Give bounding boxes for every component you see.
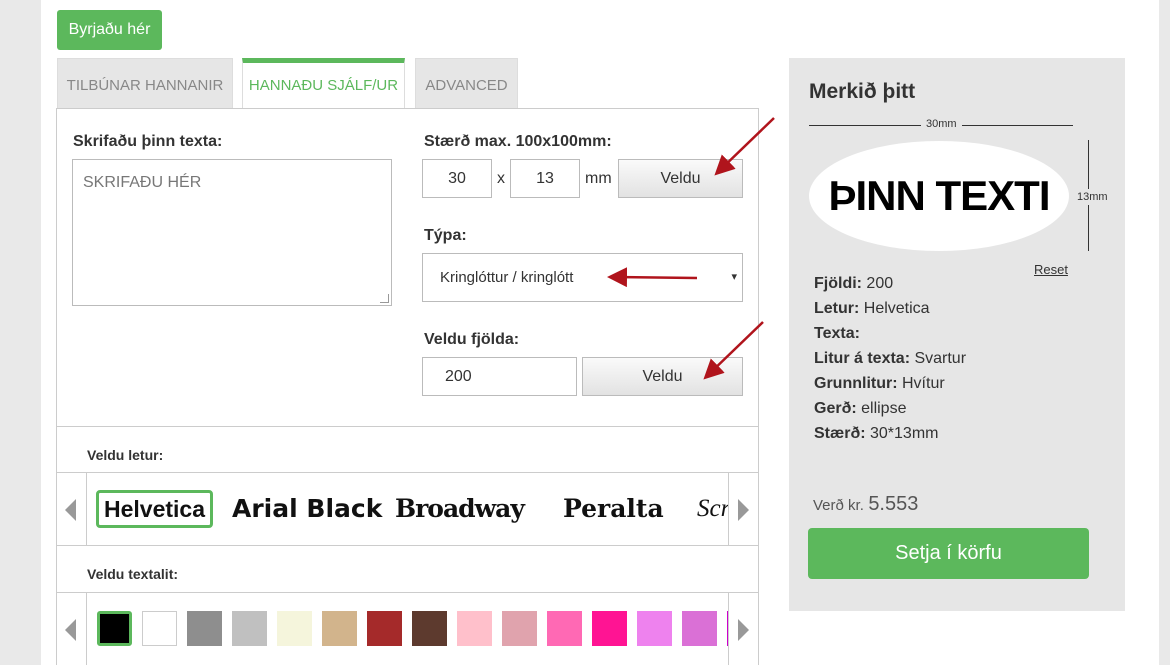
font-option-script[interactable]: Scr [697,491,728,527]
size-select-button[interactable]: Veldu [618,159,743,198]
color-swatch[interactable] [142,611,177,646]
size-label: Stærð max. 100x100mm: [424,133,612,150]
reset-link[interactable]: Reset [1034,262,1068,277]
detail-key: Stærð: [814,425,866,442]
color-carousel [57,592,758,665]
color-swatch[interactable] [457,611,492,646]
height-input[interactable]: 13 [510,159,580,198]
label-preview-ellipse: ÞINN TEXTI [809,141,1069,251]
color-next-button[interactable] [728,593,758,665]
width-dimension-label: 30mm [921,118,962,130]
detail-row: Texta: [814,321,966,346]
font-next-button[interactable] [728,473,758,545]
text-label: Skrifaðu þinn texta: [73,133,223,150]
detail-row: Litur á texta: Svartur [814,346,966,371]
chevron-left-icon [65,619,76,641]
detail-key: Grunnlitur: [814,375,898,392]
size-separator: x [497,170,505,187]
detail-key: Fjöldi: [814,275,862,292]
color-swatch[interactable] [592,611,627,646]
detail-key: Litur á texta: [814,350,911,367]
font-option-broadway[interactable]: Broadway [395,491,525,527]
resize-handle-icon[interactable] [380,294,389,303]
text-placeholder: SKRIFAÐU HÉR [83,174,202,191]
color-swatch[interactable] [97,611,132,646]
type-selected-value: Kringlóttur / kringlótt [440,269,574,286]
chevron-right-icon [738,619,749,641]
font-carousel: Helvetica Arial Black Broadway Peralta S… [57,472,758,546]
preview-title: Merkið þitt [809,80,916,103]
color-prev-button[interactable] [57,593,87,665]
tab-ready-designs[interactable]: TILBÚNAR HANNANIR [57,58,233,108]
color-swatch[interactable] [232,611,267,646]
detail-value: ellipse [856,400,907,417]
color-swatch[interactable] [547,611,582,646]
detail-key: Gerð: [814,400,857,417]
order-details: Fjöldi: 200 Letur: Helvetica Texta: Litur á… [814,271,966,446]
color-swatch[interactable] [502,611,537,646]
chevron-down-icon: ▾ [731,271,737,283]
detail-value: Hvítur [897,375,945,392]
divider [57,426,758,427]
color-swatch[interactable] [277,611,312,646]
tab-advanced[interactable]: ADVANCED [415,58,518,108]
font-option-arial-black[interactable]: Arial Black [232,491,382,527]
type-select[interactable]: Kringlóttur / kringlótt ▾ [422,253,743,302]
chevron-left-icon [65,499,76,521]
detail-key: Letur: [814,300,860,317]
price: Verð kr. 5.553 [813,493,918,516]
color-swatch[interactable] [682,611,717,646]
detail-value: 30*13mm [865,425,939,442]
color-swatch[interactable] [367,611,402,646]
size-unit: mm [585,170,612,187]
preview-sample-text: ÞINN TEXTI [828,172,1050,219]
detail-key: Texta: [814,325,860,342]
start-here-button[interactable]: Byrjaðu hér [57,10,162,50]
price-value: 5.553 [868,493,919,515]
detail-value: 200 [861,275,894,292]
font-list: Helvetica Arial Black Broadway Peralta S… [87,473,728,545]
tab-design-yourself[interactable]: HANNAÐU SJÁLF/UR [242,58,405,109]
detail-value: Helvetica [859,300,930,317]
detail-row: Gerð: ellipse [814,396,966,421]
color-swatch[interactable] [322,611,357,646]
detail-row: Stærð: 30*13mm [814,421,966,446]
font-option-peralta[interactable]: Peralta [563,491,664,527]
detail-row: Grunnlitur: Hvítur [814,371,966,396]
height-dimension-label: 13mm [1077,189,1108,205]
detail-row: Fjöldi: 200 [814,271,966,296]
chevron-right-icon [738,499,749,521]
font-option-helvetica[interactable]: Helvetica [96,490,214,528]
width-input[interactable]: 30 [422,159,492,198]
font-prev-button[interactable] [57,473,87,545]
color-swatch[interactable] [637,611,672,646]
add-to-cart-button[interactable]: Setja í körfu [808,528,1089,579]
font-label: Veldu letur: [87,447,164,463]
price-label: Verð kr. [813,497,864,514]
quantity-select-button[interactable]: Veldu [582,357,743,396]
color-swatch[interactable] [412,611,447,646]
color-label: Veldu textalit: [87,566,179,582]
detail-row: Letur: Helvetica [814,296,966,321]
quantity-label: Veldu fjölda: [424,331,520,348]
type-label: Týpa: [424,227,467,244]
color-swatch-list [87,593,728,665]
color-swatch[interactable] [187,611,222,646]
detail-value: Svartur [910,350,967,367]
text-input[interactable]: SKRIFAÐU HÉR [72,159,392,306]
quantity-input[interactable]: 200 [422,357,577,396]
